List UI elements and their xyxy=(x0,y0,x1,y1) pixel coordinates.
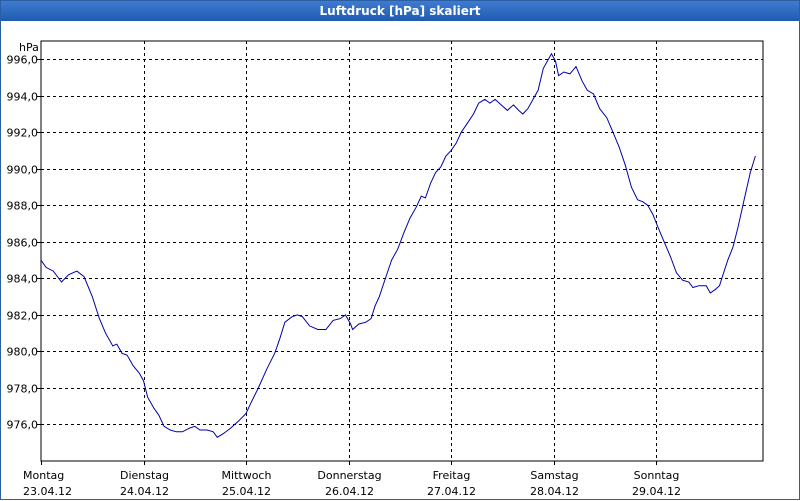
series-line xyxy=(40,52,756,438)
x-axis: Montag 23.04.12 Dienstag 24.04.12 Mittwoch 25… xyxy=(23,461,681,498)
y-axis: 976,0 978,0 980,0 982,0 984,0 986,0 988,0 990,0… xyxy=(7,54,41,432)
y-tick-label: 992,0 xyxy=(7,127,39,140)
y-tick-label: 994,0 xyxy=(7,91,39,104)
x-tick-date-label: 29.04.12 xyxy=(632,485,681,498)
x-tick-day-label: Donnerstag xyxy=(317,469,381,482)
x-tick-date-label: 23.04.12 xyxy=(23,485,72,498)
y-tick-label: 980,0 xyxy=(7,346,39,359)
x-tick-day-label: Freitag xyxy=(433,469,471,482)
grid-lines xyxy=(41,41,763,461)
y-tick-label: 986,0 xyxy=(7,237,39,250)
y-axis-label: hPa xyxy=(19,41,39,54)
x-tick-day-label: Montag xyxy=(23,469,64,482)
plot-area-border xyxy=(40,40,764,462)
x-tick-date-label: 25.04.12 xyxy=(222,485,271,498)
x-tick-day-label: Dienstag xyxy=(120,469,169,482)
x-tick-date-label: 26.04.12 xyxy=(325,485,374,498)
y-tick-label: 988,0 xyxy=(7,200,39,213)
y-tick-label: 976,0 xyxy=(7,419,39,432)
x-tick-day-label: Mittwoch xyxy=(222,469,272,482)
y-tick-label: 982,0 xyxy=(7,310,39,323)
x-tick-day-label: Samstag xyxy=(530,469,578,482)
y-tick-label: 978,0 xyxy=(7,383,39,396)
y-tick-label: 984,0 xyxy=(7,273,39,286)
chart-plot: 976,0 978,0 980,0 982,0 984,0 986,0 988,0 990,0… xyxy=(7,40,764,498)
x-tick-day-label: Sonntag xyxy=(634,469,680,482)
x-tick-date-label: 27.04.12 xyxy=(427,485,476,498)
y-tick-label: 990,0 xyxy=(7,164,39,177)
y-tick-label: 996,0 xyxy=(7,54,39,67)
x-tick-date-label: 24.04.12 xyxy=(120,485,169,498)
chart-window: Luftdruck [hPa] skaliert 976,0 978,0 980,0… xyxy=(0,0,800,500)
x-tick-date-label: 28.04.12 xyxy=(530,485,579,498)
